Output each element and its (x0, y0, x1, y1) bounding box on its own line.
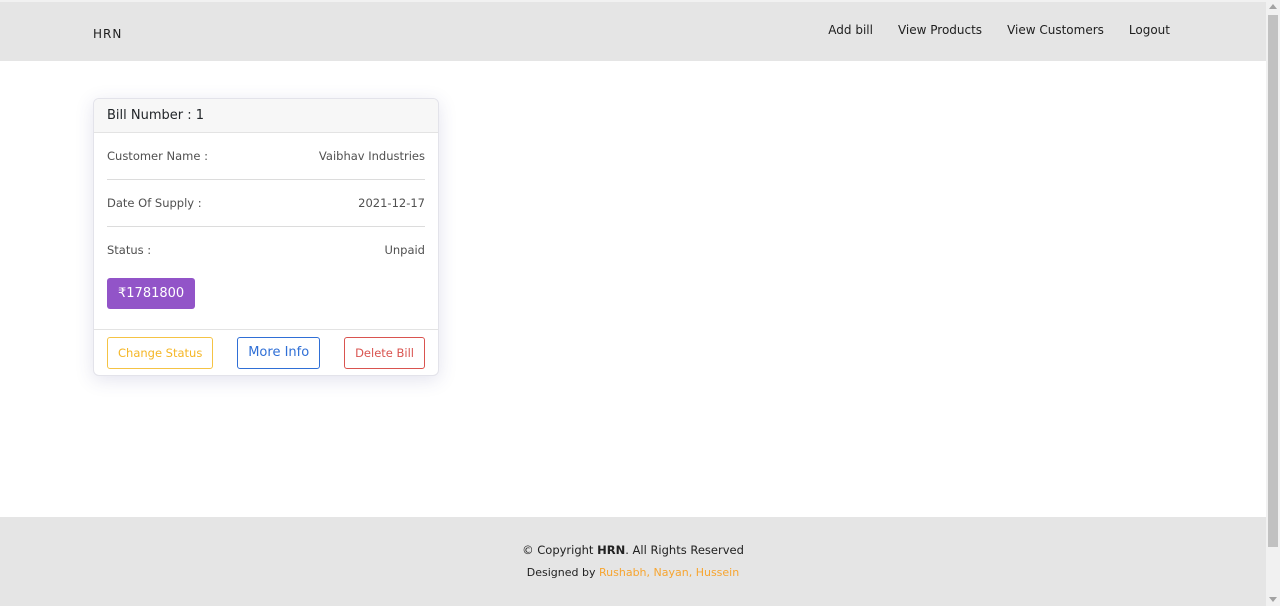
navbar: HRN Add bill View Products View Customer… (0, 2, 1266, 61)
customer-row: Customer Name : Vaibhav Industries (107, 133, 425, 180)
copyright-brand: HRN (597, 543, 626, 557)
nav-view-customers[interactable]: View Customers (1007, 23, 1104, 37)
site-footer: © Copyright HRN. All Rights Reserved Des… (0, 517, 1266, 606)
nav-add-bill[interactable]: Add bill (828, 23, 873, 37)
date-label: Date Of Supply : (107, 196, 202, 210)
nav-links: Add bill View Products View Customers Lo… (803, 23, 1170, 37)
page: HRN Add bill View Products View Customer… (0, 0, 1280, 606)
scroll-thumb[interactable] (1268, 15, 1278, 547)
nav-view-products[interactable]: View Products (898, 23, 982, 37)
designed-by-authors[interactable]: Rushabh, Nayan, Hussein (599, 566, 739, 579)
designed-by-prefix: Designed by (526, 566, 596, 579)
date-value: 2021-12-17 (358, 196, 425, 210)
bill-card-title: Bill Number : 1 (94, 99, 438, 133)
copyright-text: © Copyright HRN. All Rights Reserved (0, 543, 1266, 557)
amount-badge: ₹1781800 (107, 278, 196, 309)
status-value: Unpaid (384, 243, 425, 257)
customer-value: Vaibhav Industries (318, 149, 425, 163)
scroll-down-icon[interactable] (1269, 597, 1277, 602)
bill-card: Bill Number : 1 Customer Name : Vaibhav … (93, 98, 439, 376)
customer-label: Customer Name : (107, 149, 208, 163)
change-status-button[interactable]: Change Status (107, 336, 214, 369)
vertical-scrollbar[interactable] (1266, 0, 1280, 606)
designed-by-text: Designed by Rushabh, Nayan, Hussein (0, 566, 1266, 579)
copyright-prefix: © Copyright (522, 543, 594, 557)
bill-card-actions: Change Status More Info Delete Bill (94, 329, 438, 375)
date-row: Date Of Supply : 2021-12-17 (107, 180, 425, 227)
more-info-button[interactable]: More Info (237, 336, 321, 369)
brand-logo[interactable]: HRN (93, 27, 122, 41)
scroll-up-icon[interactable] (1269, 4, 1277, 9)
delete-bill-button[interactable]: Delete Bill (344, 336, 425, 369)
status-row: Status : Unpaid (107, 227, 425, 273)
status-label: Status : (107, 243, 152, 257)
nav-logout[interactable]: Logout (1129, 23, 1170, 37)
bill-card-body: Customer Name : Vaibhav Industries Date … (94, 133, 438, 309)
copyright-suffix: . All Rights Reserved (625, 543, 744, 557)
